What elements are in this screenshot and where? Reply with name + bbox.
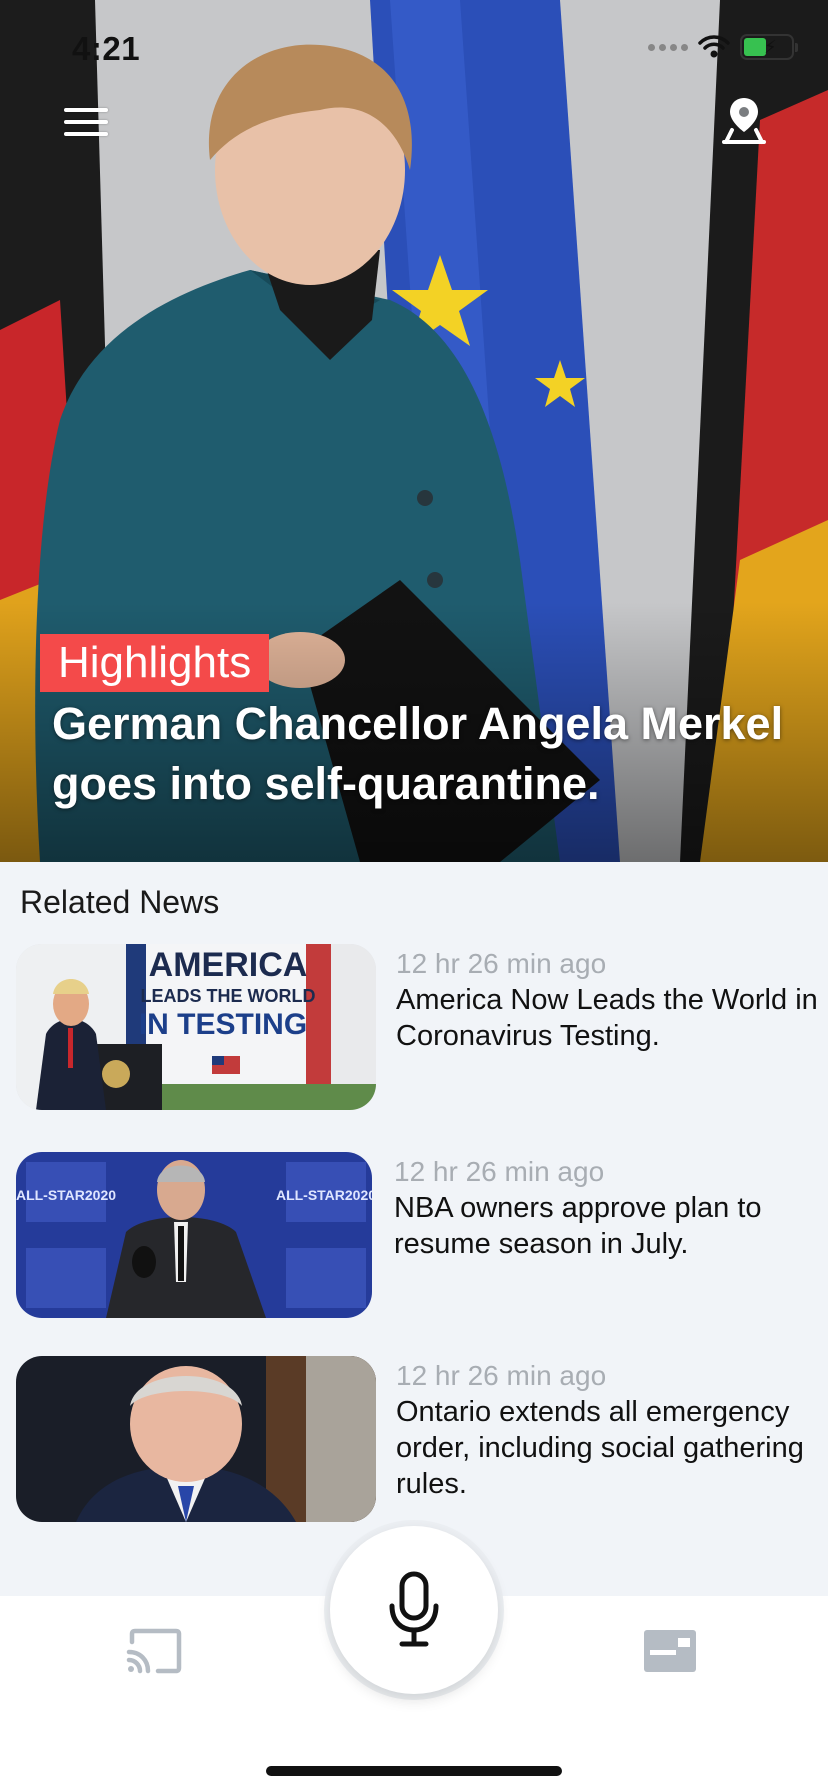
signal-icon [648, 43, 688, 51]
news-title[interactable]: America Now Leads the World in Coronavir… [396, 982, 828, 1054]
wifi-icon [698, 35, 730, 58]
news-text: 12 hr 26 min ago Ontario extends all eme… [396, 1358, 828, 1502]
news-time: 12 hr 26 min ago [396, 1360, 607, 1391]
screen: 4:21 ⚡ Highlights German Chancellor Ange… [0, 0, 828, 1792]
news-thumbnail: AMERICA LEADS THE WORLD IN TESTING [16, 944, 376, 1110]
hero-story[interactable]: 4:21 ⚡ Highlights German Chancellor Ange… [0, 0, 828, 862]
news-title[interactable]: Ontario extends all emergency order, inc… [396, 1394, 828, 1502]
news-text: 12 hr 26 min ago America Now Leads the W… [396, 946, 828, 1054]
home-indicator [266, 1766, 562, 1776]
news-thumbnail: ALL-STAR2020 ALL-STAR2020 [16, 1152, 372, 1318]
news-title[interactable]: NBA owners approve plan to resume season… [394, 1190, 828, 1262]
news-card-icon[interactable] [642, 1628, 698, 1674]
thumb-text-line: AMERICA [149, 946, 308, 984]
related-news-heading: Related News [20, 884, 220, 920]
map-pin-icon[interactable] [720, 94, 768, 146]
thumb-text-line: IN TESTING [139, 1008, 307, 1041]
menu-button[interactable] [64, 108, 108, 142]
news-time: 12 hr 26 min ago [396, 948, 607, 979]
highlights-tag: Highlights [40, 634, 270, 692]
microphone-button[interactable] [330, 1526, 498, 1694]
news-item[interactable]: AMERICA LEADS THE WORLD IN TESTING 12 hr… [16, 944, 818, 1110]
news-thumbnail [16, 1356, 376, 1522]
battery-icon: ⚡ [740, 34, 798, 60]
news-text: 12 hr 26 min ago NBA owners approve plan… [394, 1154, 828, 1262]
hero-headline[interactable]: German Chancellor Angela Merkel goes int… [52, 694, 822, 814]
microphone-icon [389, 1571, 439, 1647]
news-item[interactable]: 12 hr 26 min ago Ontario extends all eme… [16, 1356, 816, 1522]
thumb-text-line: ALL-STAR2020 [276, 1187, 372, 1203]
status-indicators: ⚡ [648, 34, 798, 60]
news-item[interactable]: ALL-STAR2020 ALL-STAR2020 12 hr 26 min a… [16, 1152, 816, 1318]
status-time: 4:21 [72, 30, 141, 67]
thumb-text-line: LEADS THE WORLD [141, 986, 316, 1006]
cast-icon[interactable] [126, 1628, 184, 1674]
thumb-text-line: ALL-STAR2020 [16, 1187, 116, 1203]
news-time: 12 hr 26 min ago [394, 1156, 605, 1187]
